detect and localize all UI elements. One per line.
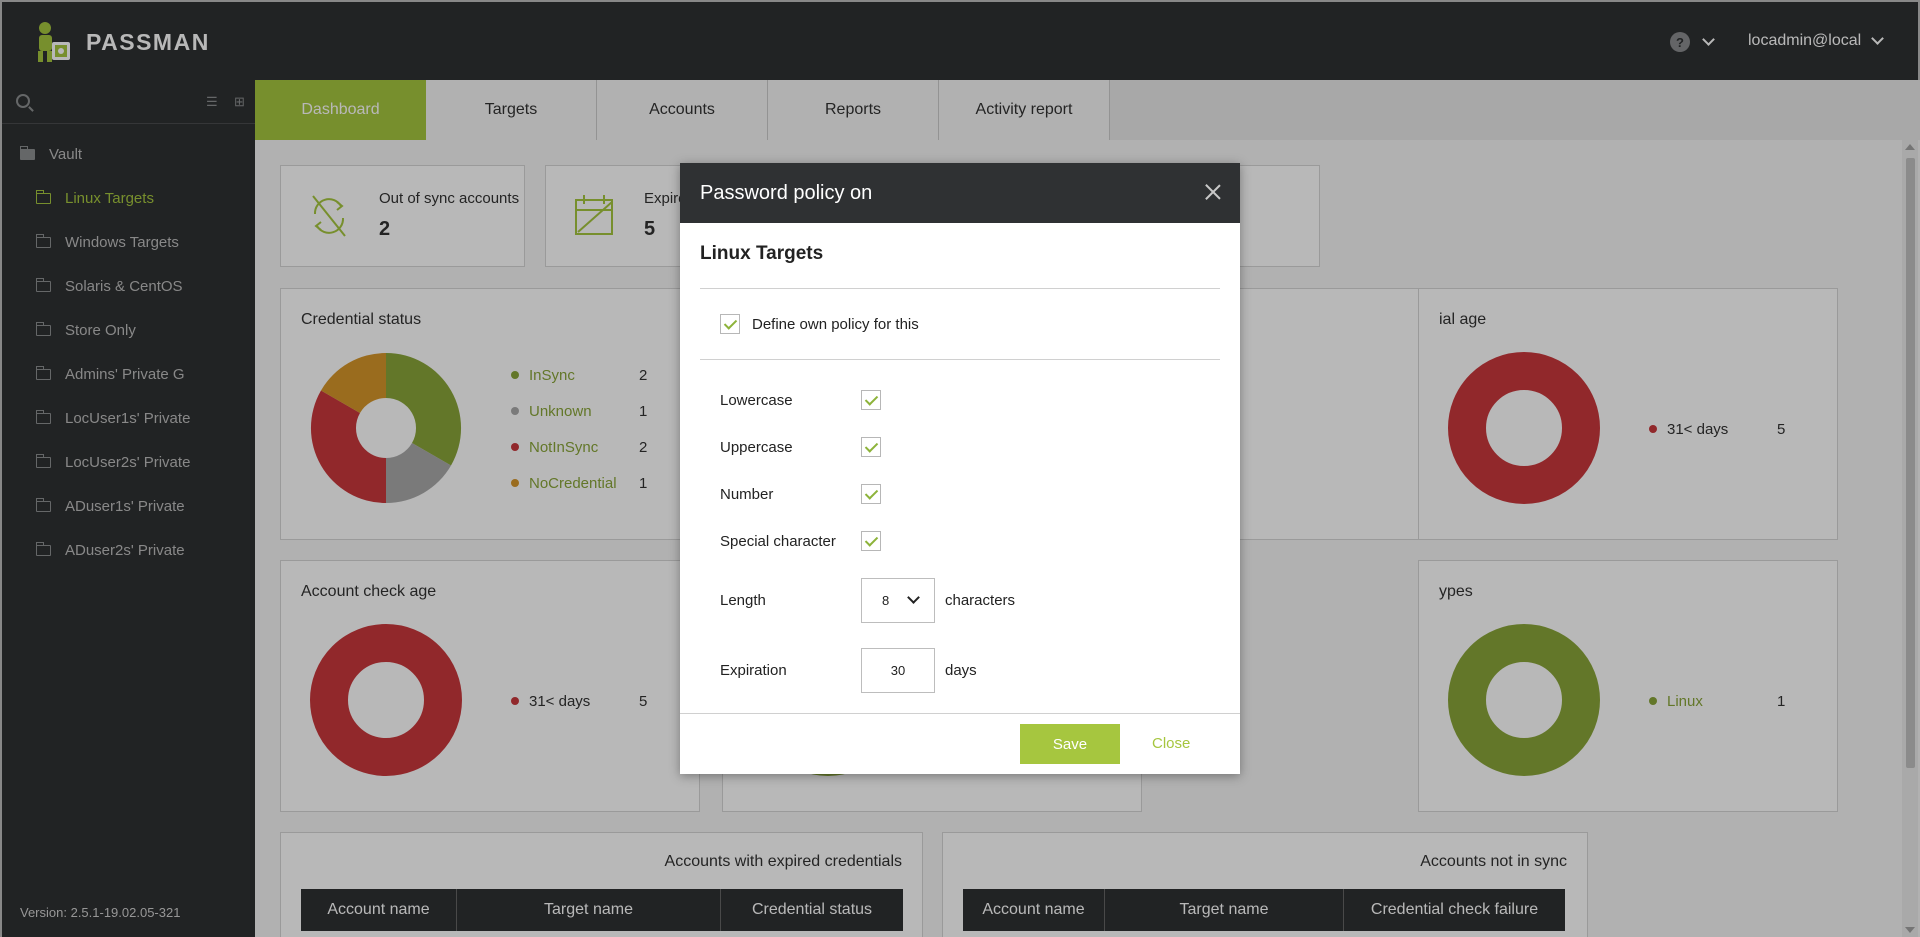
option-label: Special character (720, 532, 836, 550)
uppercase-checkbox[interactable] (861, 437, 881, 457)
close-button[interactable]: Close (1152, 735, 1190, 752)
expiration-row: Expiration days (720, 648, 977, 693)
option-row-lowercase: Lowercase (720, 390, 881, 410)
option-row-uppercase: Uppercase (720, 437, 881, 457)
option-label: Number (720, 485, 774, 503)
expiration-label: Expiration (720, 662, 787, 679)
save-button[interactable]: Save (1020, 724, 1120, 764)
option-row-special: Special character (720, 531, 881, 551)
dialog-title: Password policy on (700, 181, 873, 204)
option-label: Lowercase (720, 391, 793, 409)
lowercase-checkbox[interactable] (861, 390, 881, 410)
option-row-number: Number (720, 484, 881, 504)
length-value: 8 (882, 593, 890, 608)
option-label: Uppercase (720, 438, 793, 456)
special-character-checkbox[interactable] (861, 531, 881, 551)
number-checkbox[interactable] (861, 484, 881, 504)
close-icon[interactable] (1204, 183, 1222, 201)
dialog-header: Password policy on (680, 163, 1240, 223)
length-select[interactable]: 8 (861, 578, 935, 623)
chevron-down-icon (907, 591, 920, 604)
length-label: Length (720, 592, 766, 609)
divider (700, 288, 1220, 289)
divider (700, 359, 1220, 360)
password-policy-dialog: Password policy on Linux Targets Define … (680, 163, 1240, 774)
length-suffix: characters (945, 592, 1016, 609)
dialog-subtitle: Linux Targets (700, 243, 824, 264)
expiration-suffix: days (945, 662, 977, 679)
length-row: Length 8 characters (720, 578, 1015, 623)
dialog-footer: Save Close (680, 713, 1240, 774)
define-own-policy-row: Define own policy for this (720, 314, 919, 334)
define-own-policy-checkbox[interactable] (720, 314, 740, 334)
define-own-policy-label: Define own policy for this (752, 315, 919, 333)
expiration-input[interactable] (861, 648, 935, 693)
